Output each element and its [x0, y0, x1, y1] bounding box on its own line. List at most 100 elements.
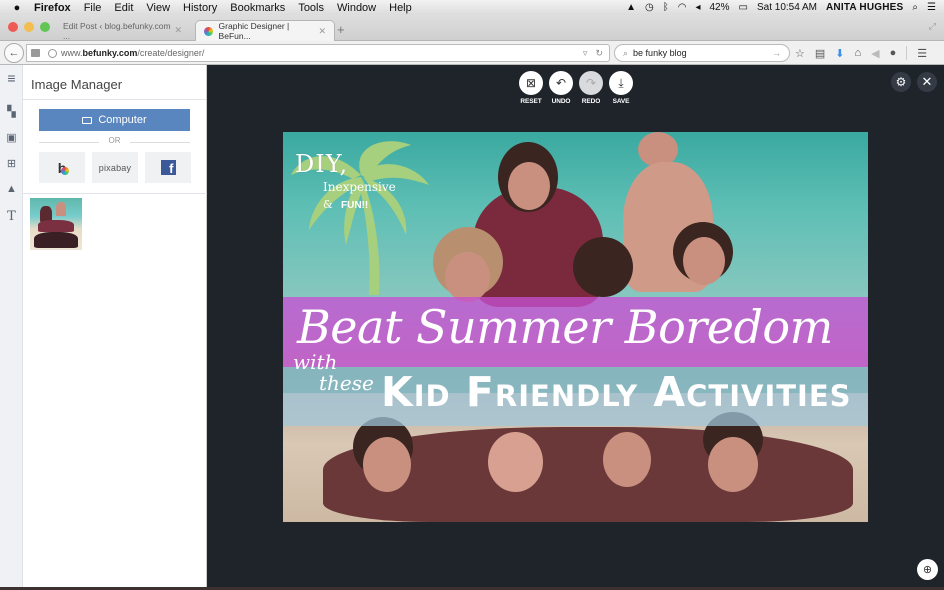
zoom-in-icon: ⊕: [922, 564, 933, 576]
bluetooth-icon[interactable]: ᛒ: [663, 2, 669, 13]
facebook-source-button[interactable]: f: [145, 152, 191, 183]
befunky-source-button[interactable]: b: [39, 152, 85, 183]
url-path: /create/designer/: [137, 48, 205, 58]
layouts-icon[interactable]: ▚: [0, 105, 23, 118]
zoom-button[interactable]: ⊕: [917, 559, 938, 580]
volume-icon[interactable]: ◂: [695, 2, 700, 13]
diy-text[interactable]: DIY,: [295, 150, 348, 178]
with-these-text[interactable]: with these: [293, 352, 374, 394]
headline-text[interactable]: Beat Summer Boredom: [297, 300, 833, 354]
text-icon[interactable]: T: [0, 209, 23, 224]
menu-help[interactable]: Help: [389, 2, 412, 14]
user-name[interactable]: ANITA HUGHES: [826, 2, 903, 13]
reload-icon[interactable]: ↻: [595, 48, 603, 59]
ampersand-text[interactable]: &: [323, 198, 333, 211]
pixabay-logo: pixabay: [98, 162, 132, 173]
menu-app-firefox[interactable]: Firefox: [34, 2, 71, 14]
tab-close-icon[interactable]: ✕: [318, 26, 326, 37]
inexpensive-text[interactable]: Inexpensive: [323, 180, 396, 194]
back-button[interactable]: ←: [4, 43, 24, 63]
tab-graphic-designer[interactable]: Graphic Designer | BeFun... ✕: [195, 20, 335, 41]
menu-edit[interactable]: Edit: [114, 2, 133, 14]
notification-center-icon[interactable]: ☰: [927, 2, 936, 13]
befunky-logo-icon: b: [58, 160, 69, 176]
alert-icon[interactable]: ▲: [626, 2, 636, 13]
grid-icon[interactable]: ⊞: [0, 157, 23, 170]
menu-window[interactable]: Window: [337, 2, 376, 14]
chat-icon[interactable]: ●: [890, 47, 897, 59]
spotlight-icon[interactable]: ⌕: [912, 2, 918, 13]
menu-tools[interactable]: Tools: [298, 2, 324, 14]
reset-button[interactable]: ⊠ RESET: [519, 71, 543, 105]
time-machine-icon[interactable]: ◷: [645, 2, 654, 13]
tool-rail: ≡ ▚ ▣ ⊞ ▲ T: [0, 65, 23, 587]
clock[interactable]: Sat 10:54 AM: [757, 2, 817, 13]
search-input[interactable]: ⌕ be funky blog →: [614, 44, 790, 62]
wifi-icon[interactable]: ◠: [678, 2, 687, 13]
save-label: SAVE: [612, 98, 630, 105]
apple-menu-icon[interactable]: ●: [10, 2, 24, 14]
photo-face: [708, 437, 758, 492]
battery-icon[interactable]: ▭: [739, 2, 748, 13]
reading-list-icon[interactable]: ▤: [815, 47, 825, 60]
fullscreen-icon[interactable]: ⤢: [929, 21, 936, 32]
undo-button[interactable]: ↶ UNDO: [549, 71, 573, 105]
hamburger-menu-icon[interactable]: ☰: [917, 47, 927, 60]
toolbar-divider: [906, 46, 908, 60]
bookmark-star-icon[interactable]: ☆: [795, 47, 805, 60]
image-thumbnail[interactable]: [30, 198, 82, 250]
upload-from-computer-button[interactable]: Computer: [39, 109, 190, 131]
gear-icon: ⚙: [895, 75, 907, 89]
status-area: ▲ ◷ ᛒ ◠ ◂ 42% ▭ Sat 10:54 AM ANITA HUGHE…: [626, 0, 936, 15]
menu-bookmarks[interactable]: Bookmarks: [230, 2, 285, 14]
computer-label: Computer: [98, 114, 147, 126]
globe-icon: [48, 48, 57, 58]
panel-divider: [23, 193, 207, 194]
subhead-text[interactable]: Kid Friendly Activities: [381, 368, 852, 416]
shapes-icon[interactable]: ▲: [0, 183, 23, 195]
downloads-icon[interactable]: ⬇: [835, 47, 844, 60]
url-bar[interactable]: www. befunky.com/create/designer/ ▿ ↻: [26, 44, 610, 62]
design-canvas-area: ⊠ RESET ↶ UNDO ↷ REDO ⤓ SAVE ⚙ ✕ DIY, In…: [208, 65, 944, 587]
menu-file[interactable]: File: [84, 2, 102, 14]
menu-icon[interactable]: ≡: [0, 70, 23, 86]
save-icon: ⤓: [618, 75, 624, 90]
settings-button[interactable]: ⚙: [891, 72, 911, 92]
close-editor-button[interactable]: ✕: [917, 72, 937, 92]
fun-text[interactable]: FUN!!: [341, 200, 368, 211]
browser-toolbar: ☆ ▤ ⬇ ⌂ ◀ ● ☰: [795, 44, 927, 62]
photo-face: [488, 432, 543, 492]
undo-label: UNDO: [551, 98, 571, 105]
reset-icon: ⊠: [525, 76, 537, 90]
photo-face: [363, 437, 411, 492]
menu-view[interactable]: View: [146, 2, 170, 14]
minimize-window-button[interactable]: [24, 22, 34, 32]
tab-edit-post[interactable]: Edit Post ‹ blog.befunky.com ... ✕: [55, 20, 190, 41]
search-icon: ⌕: [623, 47, 629, 58]
share-icon[interactable]: ◀: [871, 47, 879, 60]
image-manager-panel: Image Manager Computer OR b pixabay f: [23, 65, 207, 587]
pixabay-source-button[interactable]: pixabay: [92, 152, 138, 183]
or-divider: OR: [39, 136, 190, 148]
search-go-icon[interactable]: →: [772, 48, 781, 58]
close-icon: ✕: [921, 74, 933, 89]
zoom-window-button[interactable]: [40, 22, 50, 32]
reset-label: RESET: [520, 98, 542, 105]
new-tab-button[interactable]: +: [337, 22, 345, 37]
browser-tab-bar: Edit Post ‹ blog.befunky.com ... ✕ Graph…: [0, 15, 944, 41]
home-icon[interactable]: ⌂: [855, 47, 862, 59]
close-window-button[interactable]: [8, 22, 18, 32]
design-artwork[interactable]: DIY, Inexpensive & FUN!! Beat Summer Bor…: [283, 132, 868, 522]
save-button[interactable]: ⤓ SAVE: [609, 71, 633, 105]
redo-icon: ↷: [585, 76, 597, 90]
redo-button[interactable]: ↷ REDO: [579, 71, 603, 105]
image-icon[interactable]: ▣: [0, 131, 23, 144]
dropdown-icon[interactable]: ▿: [583, 48, 588, 59]
undo-icon: ↶: [555, 76, 567, 90]
edit-actions: ⊠ RESET ↶ UNDO ↷ REDO ⤓ SAVE: [519, 71, 633, 105]
menu-history[interactable]: History: [183, 2, 217, 14]
monitor-icon: [82, 116, 93, 124]
befunky-favicon-icon: [204, 26, 213, 36]
tab-close-icon[interactable]: ✕: [174, 25, 182, 36]
tab-label: Edit Post ‹ blog.befunky.com ...: [63, 20, 171, 41]
